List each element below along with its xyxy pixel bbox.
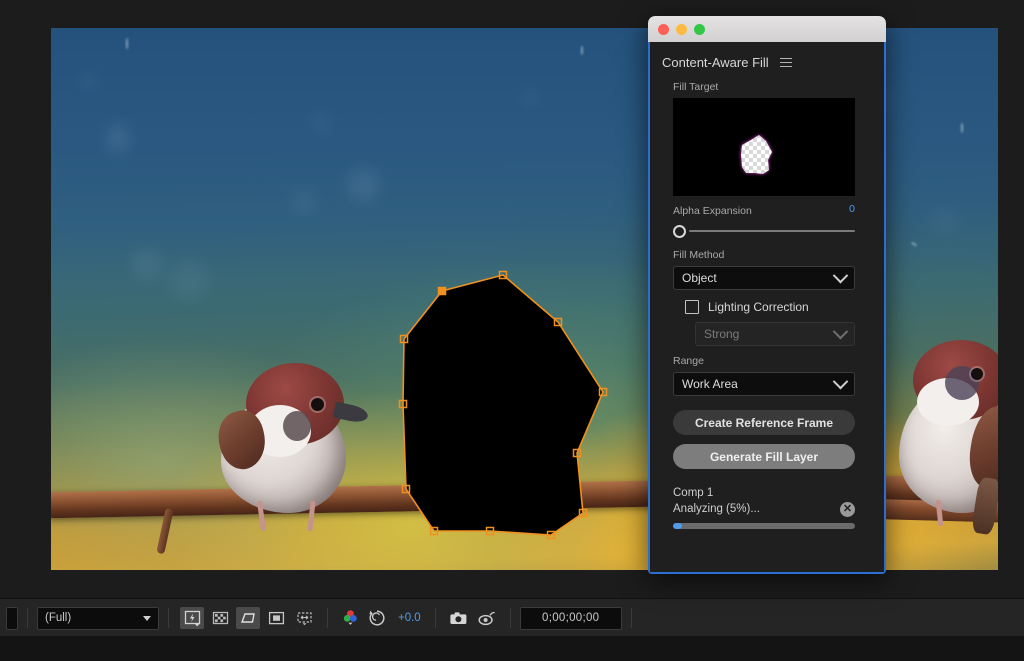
bird-throat-patch: [283, 411, 311, 441]
cancel-circle-icon[interactable]: ✕: [840, 501, 855, 517]
fill-method-select[interactable]: Object: [673, 266, 855, 290]
sparrow-left: [201, 353, 401, 543]
bokeh-dot: [346, 168, 380, 202]
transparency-grid-icon[interactable]: [208, 607, 232, 629]
create-reference-frame-button[interactable]: Create Reference Frame: [673, 410, 855, 435]
range-label: Range: [673, 355, 704, 367]
toolbar-divider: [27, 608, 28, 628]
bokeh-dot: [169, 260, 209, 300]
panel-header: Content-Aware Fill: [662, 42, 872, 70]
rain-streak: [581, 46, 583, 55]
snapshot-camera-icon[interactable]: [447, 607, 471, 629]
comp-name: Comp 1: [673, 487, 714, 499]
sparrow-right: [883, 328, 998, 536]
panel-title: Content-Aware Fill: [662, 55, 769, 70]
slider-track[interactable]: [689, 230, 855, 232]
bokeh-dot: [106, 123, 130, 153]
timecode-field[interactable]: 0;00;00;00: [519, 606, 622, 630]
bird-eye: [971, 368, 983, 380]
viewer-toolbar[interactable]: (Full) +0.0 0;00;00;00: [0, 598, 1024, 637]
mask-shapes-icon[interactable]: [236, 607, 260, 629]
pixel-aspect-correction-icon[interactable]: [292, 607, 316, 629]
close-window-button[interactable]: [658, 23, 669, 35]
fast-previews-icon[interactable]: [180, 607, 204, 629]
bokeh-dot: [311, 113, 331, 133]
resolution-value: (Full): [45, 612, 72, 624]
region-of-interest-icon[interactable]: [264, 607, 288, 629]
lighting-correction-row[interactable]: Lighting Correction: [685, 300, 872, 314]
window-title-bar[interactable]: [648, 16, 886, 42]
bokeh-dot: [81, 73, 97, 89]
range-select[interactable]: Work Area: [673, 372, 855, 396]
content-aware-fill-window[interactable]: Content-Aware Fill Fill Target Alpha Exp…: [648, 16, 886, 574]
exposure-value[interactable]: +0.0: [398, 612, 421, 624]
alpha-expansion-value[interactable]: 0: [849, 203, 855, 215]
lighting-correction-label: Lighting Correction: [708, 300, 809, 314]
timecode-value: 0;00;00;00: [542, 612, 600, 624]
chevron-down-icon: [143, 615, 151, 621]
status-area: Comp 1 Analyzing (5%)... ✕: [673, 485, 872, 517]
slider-knob[interactable]: [673, 224, 686, 238]
toolbar-divider: [509, 608, 511, 628]
zoom-window-button[interactable]: [694, 23, 705, 35]
progress-bar-fill: [673, 523, 683, 529]
fill-target-preview: [673, 98, 855, 196]
toolbar-edge-field[interactable]: [6, 606, 18, 630]
toolbar-divider: [434, 608, 436, 628]
bokeh-dot: [291, 188, 317, 214]
bokeh-dot: [931, 208, 959, 236]
hamburger-menu-icon[interactable]: [779, 57, 792, 68]
fill-method-label: Fill Method: [673, 249, 725, 261]
channel-rgb-icon[interactable]: [339, 607, 361, 629]
bokeh-dot: [521, 88, 539, 106]
status-message-row: Analyzing (5%)... ✕: [673, 501, 855, 517]
toolbar-divider: [327, 608, 328, 628]
lighting-strength-select: Strong: [695, 322, 855, 346]
chevron-down-icon: [832, 373, 849, 389]
resolution-select[interactable]: (Full): [37, 606, 159, 630]
range-value: Work Area: [682, 377, 738, 391]
chevron-down-icon: [832, 323, 849, 339]
alpha-expansion-label: Alpha Expansion: [673, 205, 752, 217]
chevron-down-icon: [832, 267, 849, 283]
lighting-strength-value: Strong: [704, 327, 740, 341]
progress-bar: [673, 523, 855, 529]
fill-target-label: Fill Target: [673, 81, 719, 93]
alpha-expansion-slider[interactable]: 0: [673, 203, 855, 240]
content-aware-fill-panel: Content-Aware Fill Fill Target Alpha Exp…: [648, 42, 886, 574]
toolbar-lower-strip: [0, 636, 1024, 661]
fill-method-value: Object: [682, 271, 717, 285]
minimize-window-button[interactable]: [676, 23, 687, 35]
fill-target-thumbnail: [673, 98, 855, 196]
toolbar-divider: [630, 608, 632, 628]
show-snapshot-icon[interactable]: [475, 607, 499, 629]
lighting-correction-checkbox[interactable]: [685, 300, 699, 314]
generate-fill-layer-button[interactable]: Generate Fill Layer: [673, 444, 855, 469]
rain-streak: [126, 38, 128, 49]
bokeh-dot: [131, 248, 163, 280]
exposure-reset-icon[interactable]: [365, 607, 389, 629]
after-effects-viewer-app: (Full) +0.0 0;00;00;00 Content-Aware Fil…: [0, 0, 1024, 661]
status-message: Analyzing (5%)...: [673, 503, 760, 515]
bird-eye: [311, 398, 324, 411]
rain-streak: [961, 123, 963, 133]
toolbar-divider: [168, 608, 169, 628]
